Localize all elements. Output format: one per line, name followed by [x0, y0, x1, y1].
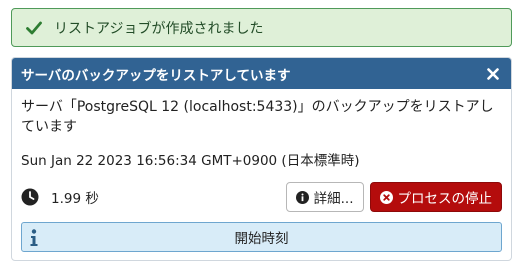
action-buttons: 詳細... プロセスの停止	[285, 182, 502, 212]
stop-process-button[interactable]: プロセスの停止	[369, 182, 502, 212]
panel-body: サーバ「PostgreSQL 12 (localhost:5433)」のバックア…	[12, 89, 511, 252]
close-icon[interactable]	[485, 66, 501, 82]
restore-message: サーバ「PostgreSQL 12 (localhost:5433)」のバックア…	[21, 99, 494, 135]
start-time-info-bar: 開始時刻	[21, 222, 502, 252]
times-circle-icon	[379, 190, 393, 204]
start-time-label: 開始時刻	[234, 231, 289, 247]
start-timestamp: Sun Jan 22 2023 16:56:34 GMT+0900 (日本標準時…	[21, 153, 360, 169]
elapsed-time: 1.99 秒	[21, 187, 99, 207]
stats-row: 1.99 秒 詳細... プロセスの停止	[21, 182, 502, 212]
elapsed-value: 1.99 秒	[51, 191, 99, 207]
stop-label: プロセスの停止	[397, 191, 493, 207]
toast-message: リストアジョブが作成されました	[54, 20, 264, 37]
info-circle-icon	[295, 190, 309, 204]
process-panel: サーバのバックアップをリストアしています サーバ「PostgreSQL 12 (…	[11, 57, 512, 261]
details-button[interactable]: 詳細...	[285, 182, 364, 212]
check-icon	[26, 19, 44, 37]
clock-icon	[21, 188, 39, 206]
details-label: 詳細...	[313, 191, 354, 207]
info-icon	[29, 229, 39, 247]
panel-title: サーバのバックアップをリストアしています	[21, 67, 291, 84]
success-toast: リストアジョブが作成されました	[11, 8, 512, 47]
panel-header: サーバのバックアップをリストアしています	[12, 58, 511, 89]
